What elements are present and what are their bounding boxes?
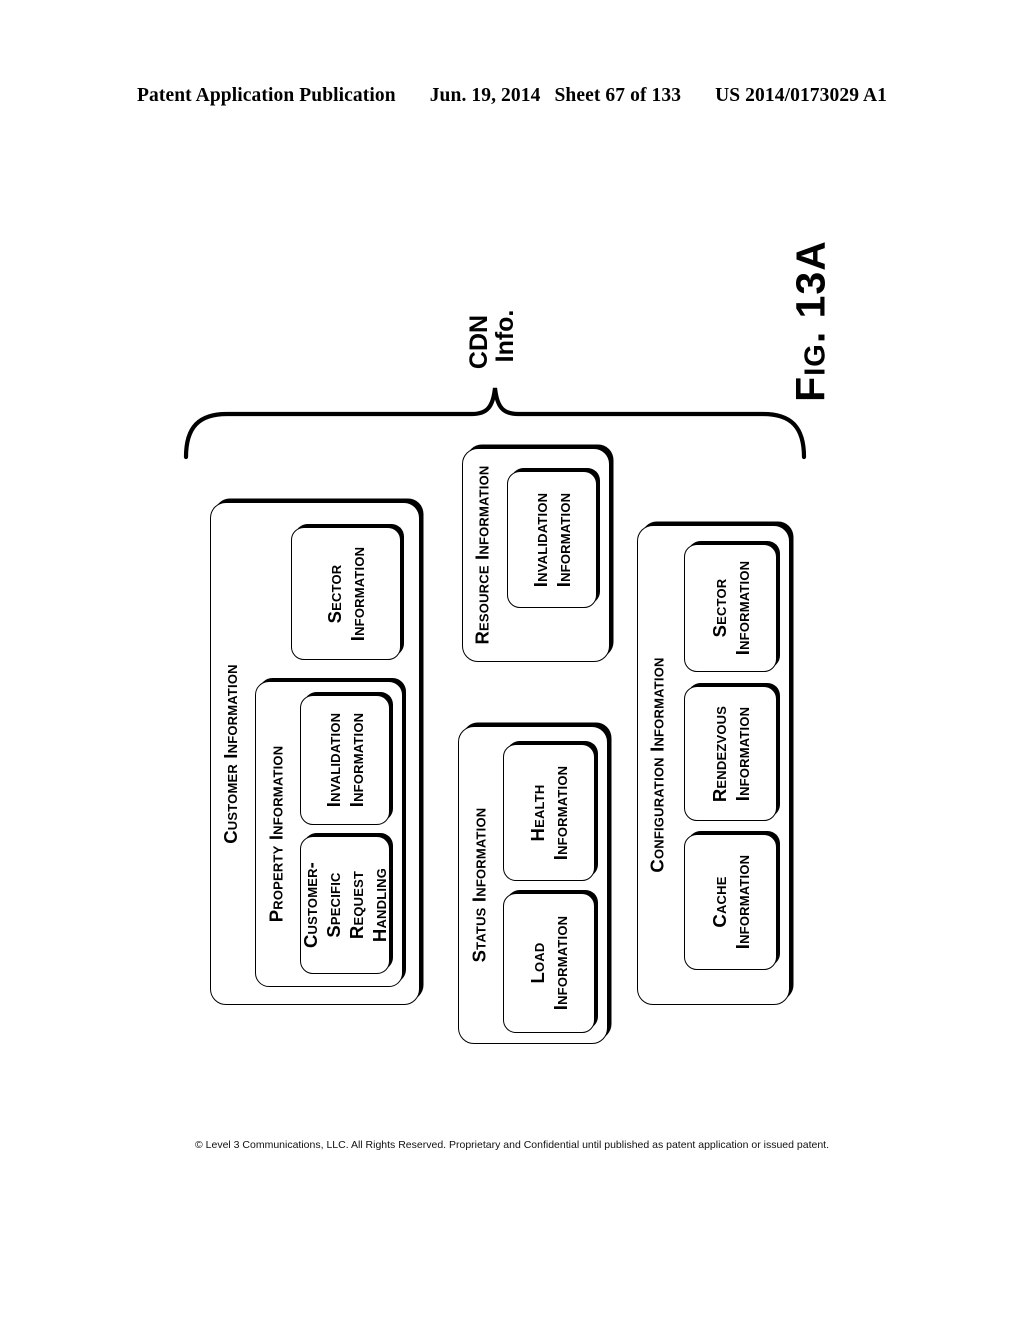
csrh-line-4: Handling [369,867,390,943]
rendezvous-information-label: Rendezvous Information [708,705,754,801]
configuration-sector-information-label: Sector Information [708,561,754,655]
customer-sector-information-box[interactable]: Sector Information [291,527,401,660]
header-publication-title: Patent Application Publication [137,85,396,106]
customer-information-title: Customer Information [213,503,249,1004]
property-invalidation-line-1: Invalidation [323,712,344,808]
cdn-info-brace-label: CDN Info. [432,288,552,396]
health-information-label: Health Information [526,765,572,859]
header-publication-date: Jun. 19, 2014 [429,85,541,106]
resource-information-title: Resource Information [465,449,501,661]
customer-specific-request-handling-box[interactable]: Customer- Specific Request Handling [300,836,390,974]
resource-invalidation-line-2: Information [553,492,574,587]
property-information-title: Property Information [258,682,294,986]
customer-sector-information-label: Sector Information [323,546,369,640]
resource-invalidation-information-label: Invalidation Information [529,492,575,586]
resource-invalidation-information-box[interactable]: Invalidation Information [507,471,597,608]
rendezvous-line-1: Rendezvous [708,705,730,802]
cdn-info-line-1: CDN [465,314,493,370]
configuration-information-title-text: Configuration Information [647,657,669,873]
customer-specific-request-handling-label: Customer- Specific Request Handling [299,862,391,948]
csrh-line-3: Request [346,870,367,940]
csrh-line-1: Customer- [300,861,321,949]
page-footer: © Level 3 Communications, LLC. All Right… [0,1139,1024,1151]
property-invalidation-information-box[interactable]: Invalidation Information [300,695,390,825]
header-sheet-number: Sheet 67 of 133 [554,85,682,106]
configuration-information-container[interactable]: Configuration Information Sector Informa… [637,525,790,1005]
cache-line-2: Information [731,854,753,950]
rendezvous-line-2: Information [731,706,753,801]
configuration-information-title: Configuration Information [640,526,676,1004]
load-information-label: Load Information [526,916,572,1010]
cache-line-1: Cache [708,876,730,928]
cache-information-label: Cache Information [708,855,754,949]
rendezvous-information-box[interactable]: Rendezvous Information [684,686,777,821]
load-line-2: Information [550,915,571,1011]
header-patent-number: US 2014/0173029 A1 [715,85,887,106]
figure-label-text: Fig. 13A [787,240,834,402]
csrh-line-2: Specific [323,872,344,938]
property-information-container[interactable]: Property Information Invalidation Inform… [255,681,403,987]
resource-information-container[interactable]: Resource Information Invalidation Inform… [462,448,610,662]
property-information-title-text: Property Information [265,745,287,923]
property-invalidation-line-2: Information [346,712,367,808]
cdn-info-line-2: Info. [491,309,519,363]
load-line-1: Load [527,942,548,984]
footer-copyright-text: © Level 3 Communications, LLC. All Right… [194,1139,829,1151]
configuration-sector-line-2: Information [731,560,753,656]
status-information-title: Status Information [461,727,497,1043]
load-information-box[interactable]: Load Information [503,893,595,1033]
customer-information-container[interactable]: Customer Information Sector Information … [210,502,420,1005]
figure-label: Fig. 13A [783,236,839,406]
configuration-sector-line-1: Sector [708,578,730,638]
property-invalidation-information-label: Invalidation Information [322,713,368,807]
resource-invalidation-line-1: Invalidation [530,492,551,587]
status-information-title-text: Status Information [468,807,490,963]
health-line-1: Health [527,784,548,841]
cdn-info-brace-label-text: CDN Info. [465,309,519,375]
health-information-box[interactable]: Health Information [503,744,595,881]
customer-sector-line-1: Sector [324,564,345,623]
configuration-sector-information-box[interactable]: Sector Information [684,544,777,672]
cache-information-box[interactable]: Cache Information [684,834,777,970]
page-header: Patent Application Publication Jun. 19, 2… [0,85,1024,107]
customer-information-title-text: Customer Information [220,663,242,844]
health-line-2: Information [550,765,571,860]
status-information-container[interactable]: Status Information Health Information Lo… [458,726,608,1044]
resource-information-title-text: Resource Information [472,465,494,645]
customer-sector-line-2: Information [347,546,368,641]
